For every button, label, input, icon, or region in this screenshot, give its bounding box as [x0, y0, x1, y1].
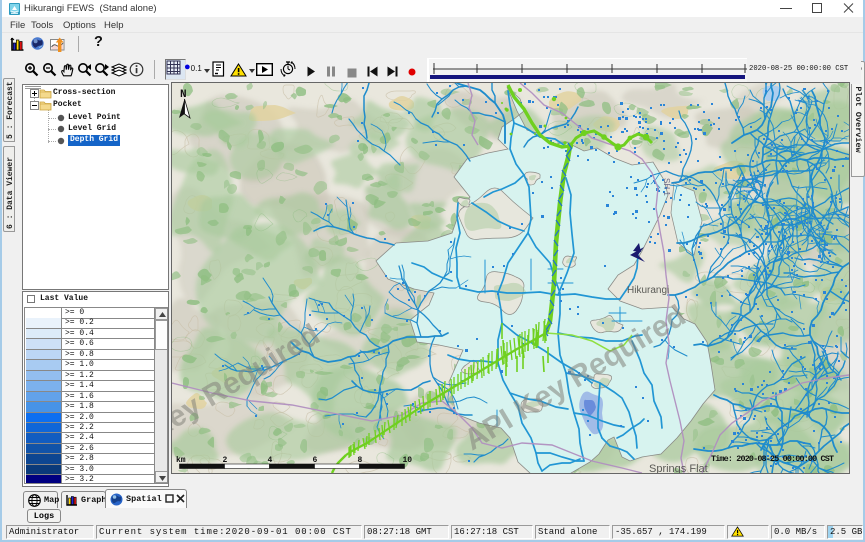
svg-text:Time: 2020-08-25 00:00:00 CST: Time: 2020-08-25 00:00:00 CST	[711, 454, 834, 464]
svg-text:6: 6	[313, 456, 318, 465]
svg-text:Springs Flat: Springs Flat	[649, 463, 708, 473]
svg-text:N: N	[180, 89, 187, 101]
svg-text:4: 4	[268, 456, 273, 465]
svg-text:10: 10	[403, 456, 413, 465]
svg-text:SH 1: SH 1	[662, 178, 671, 196]
svg-text:km: km	[176, 456, 186, 465]
svg-text:Hikurangi: Hikurangi	[627, 285, 669, 296]
svg-text:8: 8	[358, 456, 363, 465]
svg-text:2: 2	[223, 456, 228, 465]
